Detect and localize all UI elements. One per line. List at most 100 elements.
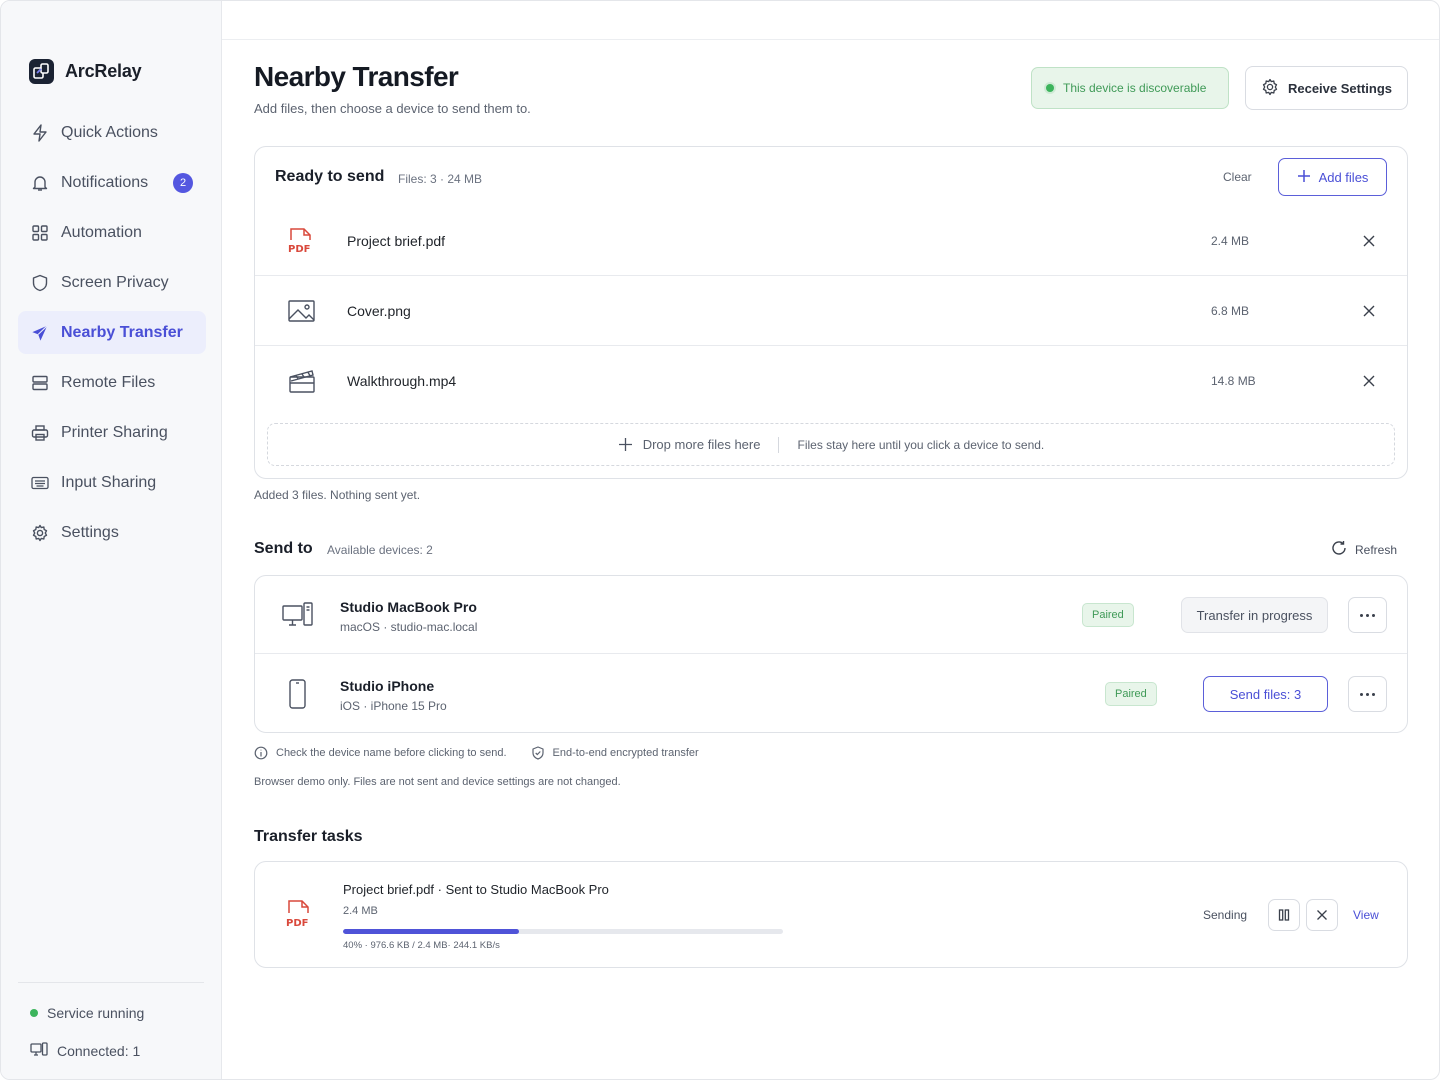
printer-icon: [31, 424, 49, 442]
notifications-count-badge: 2: [173, 173, 193, 193]
page-title: Nearby Transfer: [254, 61, 459, 92]
more-icon: [1360, 692, 1375, 696]
sidebar-item-label: Notifications: [61, 173, 149, 191]
device-name-hint: Check the device name before clicking to…: [254, 746, 507, 760]
devices-card: Studio MacBook Pro macOS · studio-mac.lo…: [254, 575, 1408, 733]
service-status-label: Service running: [47, 1005, 145, 1021]
connection-status: Connected: 1: [30, 1041, 140, 1060]
refresh-button[interactable]: Refresh: [1331, 540, 1397, 559]
add-files-button[interactable]: Add files: [1278, 158, 1387, 196]
brand-name: ArcRelay: [65, 61, 142, 81]
sidebar-divider: [18, 982, 204, 983]
cancel-task-button[interactable]: [1306, 899, 1338, 931]
send-hints: Check the device name before clicking to…: [254, 746, 699, 760]
task-title: Project brief.pdf · Sent to Studio MacBo…: [343, 882, 609, 897]
sidebar-item-screen-privacy[interactable]: Screen Privacy: [18, 261, 206, 304]
info-icon: [254, 746, 268, 760]
device-row: Studio iPhone iOS · iPhone 15 Pro Paired…: [255, 655, 1407, 733]
sidebar-item-label: Settings: [61, 523, 119, 541]
plus-icon: [618, 438, 632, 451]
file-row: Walkthrough.mp4 14.8 MB: [255, 346, 1407, 416]
task-progress-fill: [343, 929, 519, 934]
drop-more-files[interactable]: Drop more files here: [618, 437, 761, 452]
remove-file-icon[interactable]: [1361, 373, 1377, 389]
more-icon: [1360, 613, 1375, 617]
remove-file-icon[interactable]: [1361, 303, 1377, 319]
gear-icon: [31, 524, 49, 542]
refresh-icon: [1331, 540, 1347, 559]
sidebar-item-remote-files[interactable]: Remote Files: [18, 361, 206, 404]
task-size: 2.4 MB: [343, 905, 378, 917]
file-row: Cover.png 6.8 MB: [255, 276, 1407, 346]
bell-icon: [31, 174, 49, 192]
device-more-button[interactable]: [1348, 676, 1387, 712]
brand-logo-icon: [29, 59, 54, 84]
video-file-icon: [287, 366, 317, 396]
discoverable-label: This device is discoverable: [1063, 81, 1207, 95]
device-name-hint-text: Check the device name before clicking to…: [276, 747, 507, 759]
sidebar-item-printer-sharing[interactable]: Printer Sharing: [18, 411, 206, 454]
server-icon: [31, 374, 49, 392]
device-details: iOS · iPhone 15 Pro: [340, 699, 447, 713]
encryption-hint: End-to-end encrypted transfer: [531, 746, 699, 760]
transfer-in-progress-button[interactable]: Transfer in progress: [1181, 597, 1328, 633]
sidebar-item-settings[interactable]: Settings: [18, 511, 206, 554]
device-more-button[interactable]: [1348, 597, 1387, 633]
demo-disclaimer: Browser demo only. Files are not sent an…: [254, 776, 621, 788]
phone-device-icon: [281, 679, 315, 709]
available-devices-meta: Available devices: 2: [327, 543, 433, 557]
sidebar-item-automation[interactable]: Automation: [18, 211, 206, 254]
grid-icon: [31, 224, 49, 242]
receive-settings-button[interactable]: Receive Settings: [1245, 66, 1408, 110]
lightning-icon: [31, 123, 49, 142]
file-row: PDF Project brief.pdf 2.4 MB: [255, 206, 1407, 276]
sidebar-item-nearby-transfer[interactable]: Nearby Transfer: [18, 311, 206, 354]
send-icon: [31, 324, 49, 342]
shield-check-icon: [531, 746, 544, 760]
drop-more-label: Drop more files here: [642, 437, 761, 452]
device-name: Studio MacBook Pro: [340, 599, 477, 615]
ready-to-send-card: Ready to send Files: 3 · 24 MB Clear Add…: [254, 146, 1408, 479]
file-dropzone[interactable]: Drop more files here Files stay here unt…: [267, 423, 1395, 466]
sidebar-item-quick-actions[interactable]: Quick Actions: [18, 111, 206, 154]
sidebar-nav: Quick Actions Notifications 2 Automation: [18, 111, 206, 561]
refresh-label: Refresh: [1355, 542, 1398, 557]
device-row: Studio MacBook Pro macOS · studio-mac.lo…: [255, 576, 1407, 654]
send-to-title: Send to: [254, 540, 313, 557]
ready-files-meta: Files: 3 · 24 MB: [398, 172, 483, 186]
keyboard-icon: [31, 474, 49, 492]
dropzone-note: Files stay here until you click a device…: [797, 437, 1045, 452]
pause-task-button[interactable]: [1268, 899, 1300, 931]
desktop-device-icon: [281, 600, 315, 630]
device-details: macOS · studio-mac.local: [340, 620, 478, 634]
clear-files-button[interactable]: Clear: [1223, 170, 1252, 184]
sidebar-item-notifications[interactable]: Notifications 2: [18, 161, 206, 204]
status-dot: [30, 1009, 38, 1017]
file-name: Cover.png: [347, 302, 411, 319]
file-name: Project brief.pdf: [347, 232, 446, 249]
receive-settings-label: Receive Settings: [1287, 80, 1393, 96]
sidebar-item-label: Nearby Transfer: [61, 323, 183, 341]
sidebar-item-label: Screen Privacy: [61, 273, 169, 291]
remove-file-icon[interactable]: [1361, 233, 1377, 249]
connected-devices-icon: [30, 1041, 48, 1060]
file-size: 14.8 MB: [1211, 374, 1256, 388]
file-size: 6.8 MB: [1211, 303, 1250, 318]
service-status: Service running: [30, 1005, 144, 1021]
sidebar-item-input-sharing[interactable]: Input Sharing: [18, 461, 206, 504]
page-subtitle: Add files, then choose a device to send …: [254, 101, 531, 116]
view-task-link[interactable]: View: [1353, 908, 1379, 922]
file-size: 2.4 MB: [1211, 233, 1250, 248]
send-files-button[interactable]: Send files: 3: [1203, 676, 1328, 712]
app-window: ArcRelay Quick Actions Notifications 2 A…: [0, 0, 1440, 1080]
task-state: Sending: [1203, 908, 1248, 922]
svg-text:PDF: PDF: [288, 244, 310, 255]
sidebar: ArcRelay Quick Actions Notifications 2 A…: [1, 1, 222, 1079]
brand[interactable]: ArcRelay: [29, 59, 142, 84]
device-name: Studio iPhone: [340, 678, 435, 694]
paired-badge: Paired: [1082, 603, 1134, 627]
file-name: Walkthrough.mp4: [347, 373, 457, 389]
svg-text:PDF: PDF: [286, 918, 308, 929]
gear-icon: [1261, 78, 1279, 99]
pdf-file-icon: PDF: [287, 226, 317, 256]
